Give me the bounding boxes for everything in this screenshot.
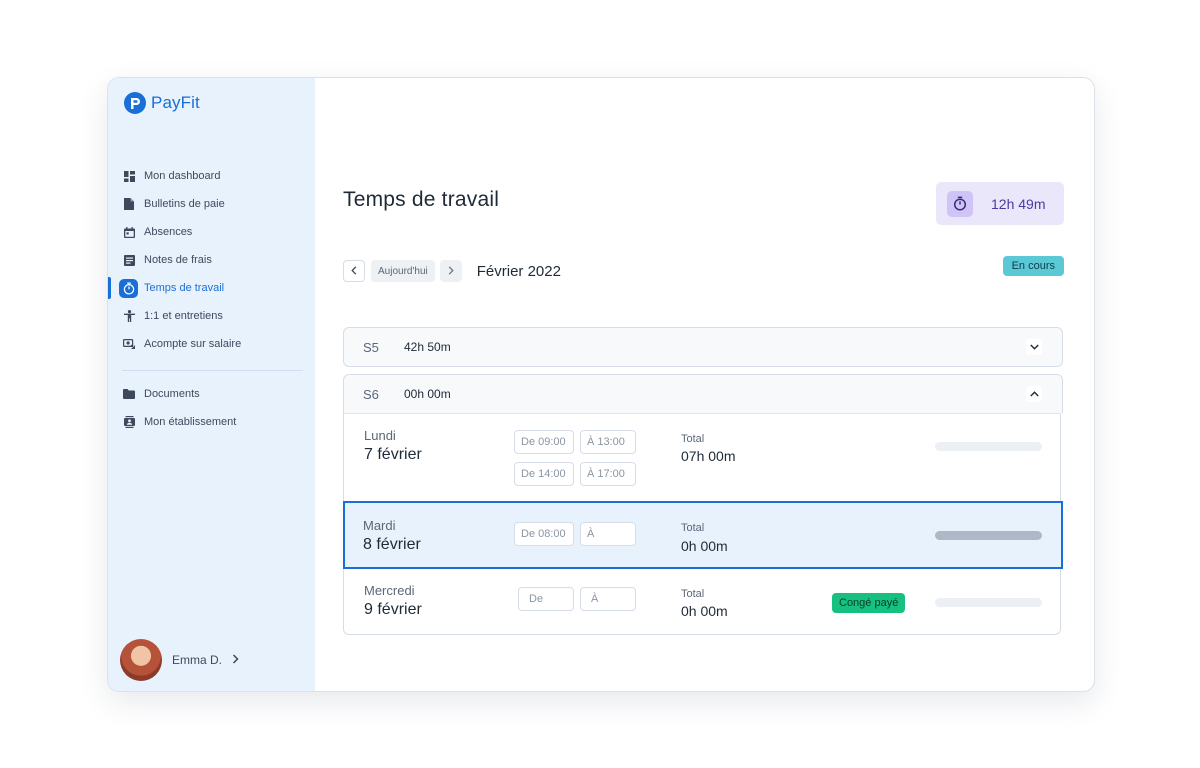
total-label: Total xyxy=(681,433,705,445)
total-value: 0h 00m xyxy=(681,603,728,619)
contact-card-icon xyxy=(122,415,136,429)
avatar xyxy=(120,639,162,681)
app-name: PayFit xyxy=(151,93,200,112)
stopwatch-icon xyxy=(119,278,138,298)
progress-bar xyxy=(935,598,1042,607)
progress-bar-fill xyxy=(935,531,1042,540)
sidebar-item-expenses[interactable]: Notes de frais xyxy=(108,246,315,274)
chevron-right-icon xyxy=(448,262,454,280)
sidebar-item-dashboard[interactable]: Mon dashboard xyxy=(108,162,315,190)
sidebar-item-label: Mon établissement xyxy=(144,416,237,428)
next-period-button[interactable] xyxy=(439,260,462,282)
sidebar-item-working-time[interactable]: Temps de travail xyxy=(108,274,315,302)
main-content: Temps de travail 12h 49m Aujourd'hui Fév… xyxy=(315,78,1094,691)
person-icon xyxy=(122,309,136,323)
page-title: Temps de travail xyxy=(343,188,500,211)
leave-badge: Congé payé xyxy=(832,593,906,613)
sidebar-item-one-on-one[interactable]: 1:1 et entretiens xyxy=(108,302,315,330)
day-date: 9 février xyxy=(364,601,422,618)
chevron-down-icon[interactable] xyxy=(1026,339,1042,355)
week-total: 42h 50m xyxy=(404,340,451,354)
total-value: 0h 00m xyxy=(681,538,728,554)
receipt-icon xyxy=(122,253,136,267)
time-from-input[interactable]: De 08:00 xyxy=(514,522,574,546)
total-label: Total xyxy=(681,522,705,534)
day-date: 7 février xyxy=(364,446,422,463)
document-icon xyxy=(122,197,136,211)
payfit-logo[interactable]: PayFit xyxy=(124,92,200,114)
time-from-input[interactable]: De 14:00 xyxy=(514,462,574,486)
current-month: Février 2022 xyxy=(476,262,561,280)
sidebar-item-label: Temps de travail xyxy=(144,282,225,294)
sidebar-item-establishment[interactable]: Mon établissement xyxy=(108,408,315,436)
time-to-input[interactable]: À xyxy=(580,587,636,611)
chevron-right-icon xyxy=(232,651,239,669)
folder-icon xyxy=(122,387,136,401)
time-to-input[interactable]: À 17:00 xyxy=(580,462,636,486)
user-menu[interactable]: Emma D. xyxy=(120,639,239,681)
time-to-input[interactable]: À xyxy=(580,522,636,546)
today-button[interactable]: Aujourd'hui xyxy=(371,260,435,282)
sidebar-item-label: Mon dashboard xyxy=(144,170,221,182)
total-label: Total xyxy=(681,588,705,600)
sidebar-item-label: Notes de frais xyxy=(144,254,212,266)
status-badge: En cours xyxy=(1002,256,1064,276)
total-value: 07h 00m xyxy=(681,448,736,464)
day-row-monday[interactable]: Lundi 7 février De 09:00 À 13:00 De 14:0… xyxy=(344,414,1060,501)
chevron-up-icon[interactable] xyxy=(1026,386,1042,402)
money-icon xyxy=(122,337,136,351)
payfit-logo-icon xyxy=(124,92,146,114)
sidebar-item-salary-advance[interactable]: Acompte sur salaire xyxy=(108,330,315,358)
week-label: S6 xyxy=(363,386,379,402)
progress-bar xyxy=(935,442,1042,451)
day-row-wednesday[interactable]: Mercredi 9 février De À Total 0h 00m Con… xyxy=(344,569,1060,635)
user-name: Emma D. xyxy=(172,653,223,667)
week-row-s5[interactable]: S5 42h 50m xyxy=(343,327,1063,367)
sidebar-item-documents[interactable]: Documents xyxy=(108,380,315,408)
week-label: S5 xyxy=(363,339,379,355)
progress-bar xyxy=(935,531,1042,540)
sidebar-nav: Mon dashboard Bulletins de paie Absences… xyxy=(108,162,315,436)
week-total: 00h 00m xyxy=(404,387,451,401)
day-row-tuesday[interactable]: Mardi 8 février De 08:00 À Total 0h 00m xyxy=(343,501,1063,569)
sidebar-item-label: 1:1 et entretiens xyxy=(144,310,223,322)
day-date: 8 février xyxy=(363,536,421,553)
calendar-icon xyxy=(122,225,136,239)
sidebar-item-label: Acompte sur salaire xyxy=(144,338,242,350)
sidebar-divider xyxy=(122,370,303,371)
previous-period-button[interactable] xyxy=(343,260,365,282)
day-name: Lundi xyxy=(364,428,396,443)
day-name: Mercredi xyxy=(364,583,415,598)
timer-widget[interactable]: 12h 49m xyxy=(936,182,1064,225)
sidebar-item-label: Documents xyxy=(144,388,200,400)
time-from-input[interactable]: De xyxy=(518,587,574,611)
app-window: PayFit Mon dashboard Bulletins de paie A… xyxy=(107,77,1095,692)
sidebar-item-label: Absences xyxy=(144,226,193,238)
day-name: Mardi xyxy=(363,518,396,533)
week-row-s6[interactable]: S6 00h 00m xyxy=(343,374,1063,413)
sidebar-item-payslips[interactable]: Bulletins de paie xyxy=(108,190,315,218)
sidebar: PayFit Mon dashboard Bulletins de paie A… xyxy=(108,78,315,691)
dashboard-icon xyxy=(122,169,136,183)
sidebar-item-absences[interactable]: Absences xyxy=(108,218,315,246)
sidebar-item-label: Bulletins de paie xyxy=(144,198,225,210)
time-from-input[interactable]: De 09:00 xyxy=(514,430,574,454)
stopwatch-icon xyxy=(947,190,973,217)
time-to-input[interactable]: À 13:00 xyxy=(580,430,636,454)
chevron-left-icon xyxy=(351,262,357,280)
period-navigation: Aujourd'hui Février 2022 xyxy=(343,260,561,282)
timer-value: 12h 49m xyxy=(991,195,1046,212)
day-list: Lundi 7 février De 09:00 À 13:00 De 14:0… xyxy=(343,413,1063,635)
